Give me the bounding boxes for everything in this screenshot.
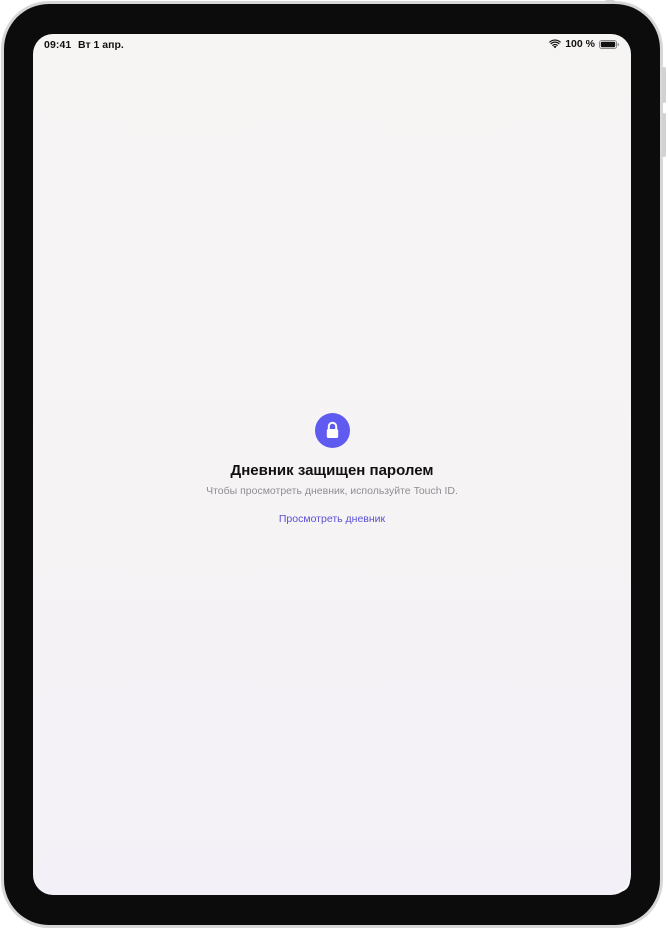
top-button [605,0,615,4]
battery-percent: 100 % [565,38,595,50]
status-date: Вт 1 апр. [78,39,124,51]
lock-icon [326,421,339,438]
app-screen: 09:41 Вт 1 апр. 100 % Дневник защищен па… [33,34,631,895]
volume-up-button [662,67,666,103]
wifi-icon [549,39,562,49]
lock-subtitle: Чтобы просмотреть дневник, используйте T… [206,485,458,497]
volume-down-button [662,113,666,157]
view-journal-button[interactable]: Просмотреть дневник [33,513,631,525]
resize-handle-icon [618,880,630,892]
battery-icon [599,39,619,49]
lock-badge [315,413,350,448]
status-time: 09:41 [44,39,72,51]
status-indicators: 100 % [549,38,619,50]
status-bar: 09:41 Вт 1 апр. 100 % [33,34,631,56]
lock-title: Дневник защищен паролем [230,462,434,479]
